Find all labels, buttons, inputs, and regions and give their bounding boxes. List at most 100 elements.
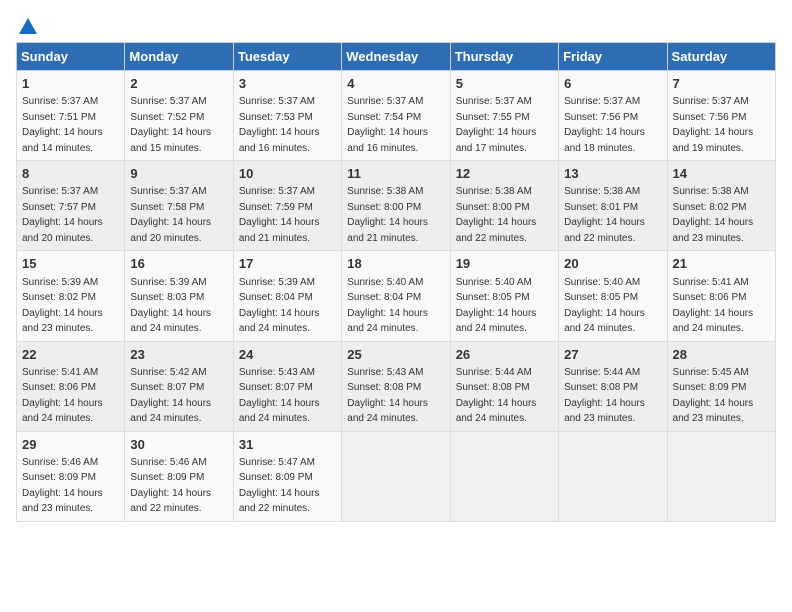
- day-detail: Sunrise: 5:39 AMSunset: 8:04 PMDaylight:…: [239, 277, 320, 335]
- day-detail: Sunrise: 5:41 AMSunset: 8:06 PMDaylight:…: [22, 367, 103, 425]
- day-number: 23: [130, 346, 227, 364]
- day-detail: Sunrise: 5:38 AMSunset: 8:00 PMDaylight:…: [456, 186, 537, 244]
- calendar-week-1: 1 Sunrise: 5:37 AMSunset: 7:51 PMDaylight…: [17, 71, 776, 161]
- day-detail: Sunrise: 5:43 AMSunset: 8:08 PMDaylight:…: [347, 367, 428, 425]
- calendar-cell-empty: [342, 431, 450, 521]
- calendar-header-sunday: Sunday: [17, 43, 125, 71]
- day-number: 4: [347, 75, 444, 93]
- day-detail: Sunrise: 5:37 AMSunset: 7:56 PMDaylight:…: [564, 96, 645, 154]
- day-detail: Sunrise: 5:37 AMSunset: 7:55 PMDaylight:…: [456, 96, 537, 154]
- day-number: 15: [22, 255, 119, 273]
- calendar-cell-31: 31 Sunrise: 5:47 AMSunset: 8:09 PMDayligh…: [233, 431, 341, 521]
- calendar-cell-28: 28Sunrise: 5:45 AMSunset: 8:09 PMDayligh…: [667, 341, 775, 431]
- calendar-cell-22: 22 Sunrise: 5:41 AMSunset: 8:06 PMDayligh…: [17, 341, 125, 431]
- calendar-cell-27: 27 Sunrise: 5:44 AMSunset: 8:08 PMDayligh…: [559, 341, 667, 431]
- day-number: 21: [673, 255, 770, 273]
- calendar-week-3: 15 Sunrise: 5:39 AMSunset: 8:02 PMDayligh…: [17, 251, 776, 341]
- calendar-week-4: 22 Sunrise: 5:41 AMSunset: 8:06 PMDayligh…: [17, 341, 776, 431]
- day-number: 1: [22, 75, 119, 93]
- day-number: 2: [130, 75, 227, 93]
- day-detail: Sunrise: 5:37 AMSunset: 7:52 PMDaylight:…: [130, 96, 211, 154]
- calendar-cell-9: 9 Sunrise: 5:37 AMSunset: 7:58 PMDaylight…: [125, 161, 233, 251]
- calendar-cell-21: 21Sunrise: 5:41 AMSunset: 8:06 PMDayligh…: [667, 251, 775, 341]
- calendar-cell-8: 8 Sunrise: 5:37 AMSunset: 7:57 PMDaylight…: [17, 161, 125, 251]
- calendar-week-2: 8 Sunrise: 5:37 AMSunset: 7:57 PMDaylight…: [17, 161, 776, 251]
- calendar-cell-18: 18 Sunrise: 5:40 AMSunset: 8:04 PMDayligh…: [342, 251, 450, 341]
- calendar-cell-empty: [667, 431, 775, 521]
- day-number: 20: [564, 255, 661, 273]
- calendar-header-tuesday: Tuesday: [233, 43, 341, 71]
- calendar-header-wednesday: Wednesday: [342, 43, 450, 71]
- day-number: 29: [22, 436, 119, 454]
- calendar-cell-25: 25 Sunrise: 5:43 AMSunset: 8:08 PMDayligh…: [342, 341, 450, 431]
- day-detail: Sunrise: 5:47 AMSunset: 8:09 PMDaylight:…: [239, 457, 320, 515]
- day-detail: Sunrise: 5:42 AMSunset: 8:07 PMDaylight:…: [130, 367, 211, 425]
- calendar-header-row: SundayMondayTuesdayWednesdayThursdayFrid…: [17, 43, 776, 71]
- day-number: 19: [456, 255, 553, 273]
- day-number: 25: [347, 346, 444, 364]
- day-detail: Sunrise: 5:37 AMSunset: 7:59 PMDaylight:…: [239, 186, 320, 244]
- calendar-table: SundayMondayTuesdayWednesdayThursdayFrid…: [16, 42, 776, 522]
- calendar-cell-15: 15 Sunrise: 5:39 AMSunset: 8:02 PMDayligh…: [17, 251, 125, 341]
- calendar-cell-14: 14 Sunrise: 5:38 AMSunset: 8:02 PMDayligh…: [667, 161, 775, 251]
- calendar-cell-11: 11 Sunrise: 5:38 AMSunset: 8:00 PMDayligh…: [342, 161, 450, 251]
- day-number: 5: [456, 75, 553, 93]
- calendar-cell-10: 10Sunrise: 5:37 AMSunset: 7:59 PMDayligh…: [233, 161, 341, 251]
- day-number: 26: [456, 346, 553, 364]
- day-number: 3: [239, 75, 336, 93]
- day-detail: Sunrise: 5:39 AMSunset: 8:02 PMDaylight:…: [22, 277, 103, 335]
- logo-icon: [17, 16, 39, 38]
- calendar-cell-empty: [559, 431, 667, 521]
- calendar-cell-16: 16 Sunrise: 5:39 AMSunset: 8:03 PMDayligh…: [125, 251, 233, 341]
- day-number: 27: [564, 346, 661, 364]
- day-number: 16: [130, 255, 227, 273]
- day-number: 13: [564, 165, 661, 183]
- day-detail: Sunrise: 5:37 AMSunset: 7:51 PMDaylight:…: [22, 96, 103, 154]
- calendar-cell-12: 12 Sunrise: 5:38 AMSunset: 8:00 PMDayligh…: [450, 161, 558, 251]
- calendar-cell-30: 30 Sunrise: 5:46 AMSunset: 8:09 PMDayligh…: [125, 431, 233, 521]
- day-detail: Sunrise: 5:38 AMSunset: 8:02 PMDaylight:…: [673, 186, 754, 244]
- calendar-week-5: 29 Sunrise: 5:46 AMSunset: 8:09 PMDayligh…: [17, 431, 776, 521]
- day-detail: Sunrise: 5:37 AMSunset: 7:58 PMDaylight:…: [130, 186, 211, 244]
- day-detail: Sunrise: 5:44 AMSunset: 8:08 PMDaylight:…: [456, 367, 537, 425]
- day-detail: Sunrise: 5:39 AMSunset: 8:03 PMDaylight:…: [130, 277, 211, 335]
- day-number: 7: [673, 75, 770, 93]
- day-number: 18: [347, 255, 444, 273]
- calendar-header-saturday: Saturday: [667, 43, 775, 71]
- day-number: 17: [239, 255, 336, 273]
- day-detail: Sunrise: 5:46 AMSunset: 8:09 PMDaylight:…: [22, 457, 103, 515]
- day-detail: Sunrise: 5:46 AMSunset: 8:09 PMDaylight:…: [130, 457, 211, 515]
- day-number: 11: [347, 165, 444, 183]
- day-detail: Sunrise: 5:37 AMSunset: 7:56 PMDaylight:…: [673, 96, 754, 154]
- day-detail: Sunrise: 5:37 AMSunset: 7:53 PMDaylight:…: [239, 96, 320, 154]
- day-detail: Sunrise: 5:37 AMSunset: 7:54 PMDaylight:…: [347, 96, 428, 154]
- day-detail: Sunrise: 5:40 AMSunset: 8:05 PMDaylight:…: [564, 277, 645, 335]
- day-detail: Sunrise: 5:40 AMSunset: 8:04 PMDaylight:…: [347, 277, 428, 335]
- calendar-cell-1: 1 Sunrise: 5:37 AMSunset: 7:51 PMDaylight…: [17, 71, 125, 161]
- calendar-cell-2: 2 Sunrise: 5:37 AMSunset: 7:52 PMDaylight…: [125, 71, 233, 161]
- day-number: 6: [564, 75, 661, 93]
- logo-text: [16, 16, 40, 38]
- page-container: SundayMondayTuesdayWednesdayThursdayFrid…: [16, 16, 776, 522]
- day-detail: Sunrise: 5:44 AMSunset: 8:08 PMDaylight:…: [564, 367, 645, 425]
- calendar-cell-20: 20 Sunrise: 5:40 AMSunset: 8:05 PMDayligh…: [559, 251, 667, 341]
- day-number: 22: [22, 346, 119, 364]
- calendar-header-friday: Friday: [559, 43, 667, 71]
- day-number: 14: [673, 165, 770, 183]
- calendar-cell-26: 26 Sunrise: 5:44 AMSunset: 8:08 PMDayligh…: [450, 341, 558, 431]
- logo: [16, 16, 40, 34]
- calendar-header-monday: Monday: [125, 43, 233, 71]
- header: [16, 16, 776, 34]
- calendar-cell-13: 13Sunrise: 5:38 AMSunset: 8:01 PMDayligh…: [559, 161, 667, 251]
- day-detail: Sunrise: 5:37 AMSunset: 7:57 PMDaylight:…: [22, 186, 103, 244]
- day-number: 9: [130, 165, 227, 183]
- day-number: 12: [456, 165, 553, 183]
- day-number: 31: [239, 436, 336, 454]
- day-number: 30: [130, 436, 227, 454]
- day-number: 24: [239, 346, 336, 364]
- day-number: 8: [22, 165, 119, 183]
- day-number: 28: [673, 346, 770, 364]
- day-detail: Sunrise: 5:43 AMSunset: 8:07 PMDaylight:…: [239, 367, 320, 425]
- calendar-cell-7: 7 Sunrise: 5:37 AMSunset: 7:56 PMDaylight…: [667, 71, 775, 161]
- day-detail: Sunrise: 5:38 AMSunset: 8:00 PMDaylight:…: [347, 186, 428, 244]
